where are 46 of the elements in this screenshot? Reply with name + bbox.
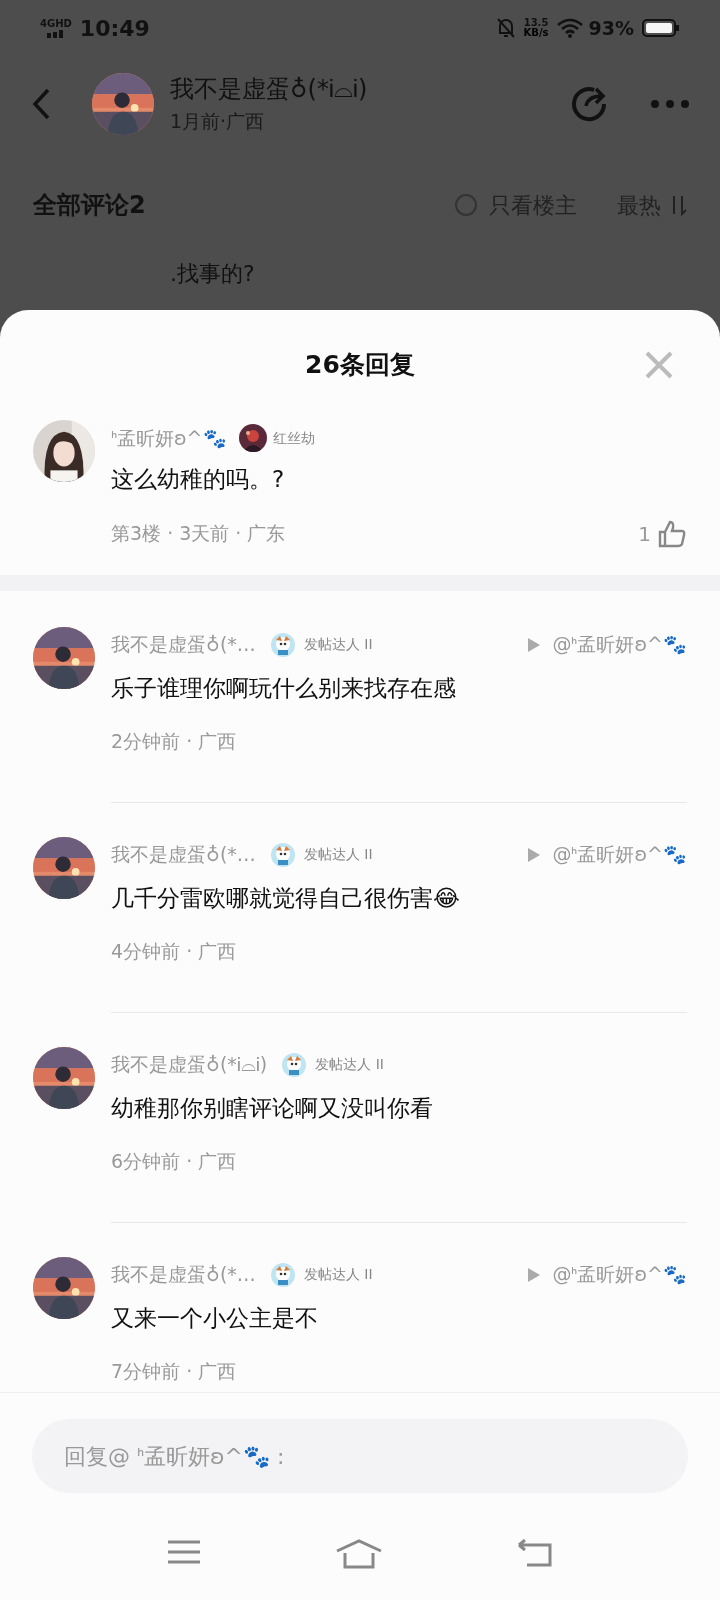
comment-text: .找事的?	[170, 261, 255, 286]
speed-value: 13.5	[523, 18, 549, 28]
comment-meta: 2分钟前 · 广西	[111, 729, 238, 754]
badge-title: 发帖达人 II	[303, 635, 373, 654]
play-icon	[528, 847, 541, 862]
like-count: 1	[638, 520, 651, 548]
comment-text: 几千分雷欧哪就觉得自己很伤害😂	[111, 883, 461, 913]
reply-target[interactable]: @ᑋ孟昕妍ʚ^🐾	[552, 630, 687, 659]
network-type: 4GHD	[40, 18, 72, 29]
user-name[interactable]: 我不是虚蛋♁(*…	[111, 630, 256, 659]
user-name[interactable]: 我不是虚蛋♁(*Ꭵ⌓Ꭵ)	[111, 1050, 268, 1079]
reply-target[interactable]: @ᑋ孟昕妍ʚ^🐾	[552, 1260, 687, 1289]
user-name[interactable]: ᑋ孟昕妍ʚ^🐾	[111, 423, 227, 453]
comment-meta: 4分钟前 · 广西	[111, 939, 238, 964]
comment-text: 乐子谁理你啊玩什么别来找存在感	[111, 673, 457, 703]
home-icon[interactable]	[335, 1539, 383, 1569]
reply-target[interactable]: @ᑋ孟昕妍ʚ^🐾	[552, 840, 687, 869]
comment-meta: 7分钟前 · 广西	[111, 1359, 238, 1384]
more-icon[interactable]	[650, 98, 690, 109]
badge-title: 发帖达人 II	[303, 845, 373, 864]
badge-title: 红丝劫	[272, 428, 315, 448]
comments-title: 全部评论2	[33, 190, 147, 221]
user-name[interactable]: 我不是虚蛋♁(*…	[111, 1260, 256, 1289]
comment-meta: 6分钟前 · 广西	[111, 1149, 238, 1174]
author-name[interactable]: 我不是虚蛋♁(*Ꭵ⌓Ꭵ)	[170, 71, 570, 108]
wifi-icon	[556, 18, 583, 38]
battery-icon	[642, 18, 680, 38]
comment-text: 幼稚那你别瞎评论啊又没叫你看	[111, 1093, 434, 1123]
badge-title: 发帖达人 II	[303, 1265, 373, 1284]
speed-unit: KB/s	[523, 28, 549, 38]
sheet-title: 26条回复	[305, 349, 415, 382]
thumbs-up-icon[interactable]	[657, 518, 687, 549]
battery-percent: 93%	[588, 15, 634, 41]
badge-title: 发帖达人 II	[315, 1055, 384, 1074]
menu-icon[interactable]	[167, 1539, 201, 1565]
clock: 10:49	[79, 14, 150, 43]
play-icon	[528, 1267, 541, 1282]
back-icon[interactable]	[517, 1539, 553, 1567]
user-name[interactable]: 我不是虚蛋♁(*…	[111, 840, 256, 869]
comment-text: 又来一个小公主是不	[111, 1303, 319, 1333]
play-icon	[528, 637, 541, 652]
comment-meta: 第3楼 · 3天前 · 广东	[111, 521, 287, 547]
mute-icon	[495, 17, 516, 39]
comment-text: 这么幼稚的吗。?	[111, 465, 286, 494]
close-icon[interactable]	[644, 350, 674, 380]
reply-input[interactable]: 回复@ ᑋ孟昕妍ʚ^🐾 :	[32, 1419, 688, 1493]
